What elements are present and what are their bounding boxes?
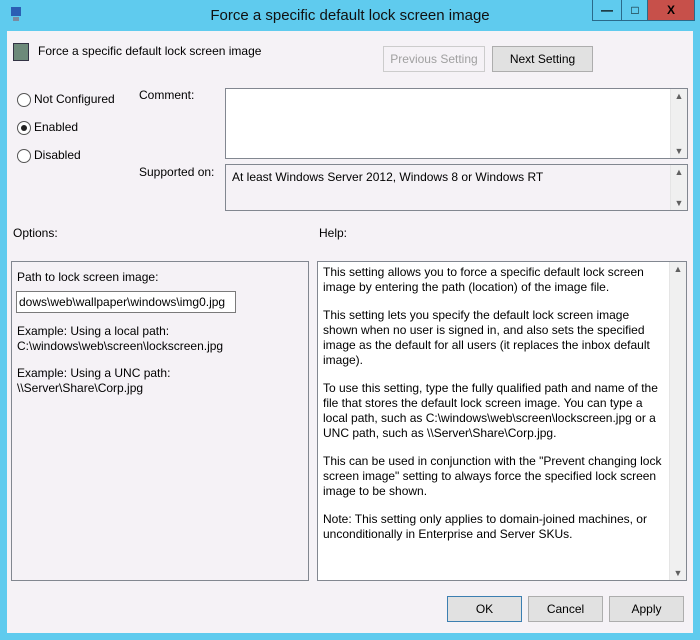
maximize-button[interactable]: □ xyxy=(621,0,649,21)
example-local-label: Example: Using a local path: xyxy=(17,324,170,338)
policy-window: Force a specific default lock screen ima… xyxy=(0,0,700,640)
supported-label: Supported on: xyxy=(139,165,215,179)
example-unc-label: Example: Using a UNC path: xyxy=(17,366,171,380)
close-button[interactable]: X xyxy=(647,0,695,21)
comment-label: Comment: xyxy=(139,88,195,102)
help-panel: This setting allows you to force a speci… xyxy=(317,261,687,581)
options-panel: Path to lock screen image: dows\web\wall… xyxy=(11,261,309,581)
radio-label-not-configured[interactable]: Not Configured xyxy=(34,92,115,106)
radio-enabled[interactable] xyxy=(17,121,31,135)
radio-label-disabled[interactable]: Disabled xyxy=(34,148,81,162)
help-text: This setting allows you to force a speci… xyxy=(323,265,667,555)
cancel-button[interactable]: Cancel xyxy=(528,596,603,622)
comment-scrollbar[interactable]: ▲ ▼ xyxy=(670,89,687,158)
help-paragraph: This can be used in conjunction with the… xyxy=(323,454,662,498)
next-setting-button[interactable]: Next Setting xyxy=(492,46,593,72)
path-input[interactable]: dows\web\wallpaper\windows\img0.jpg xyxy=(16,291,236,313)
radio-not-configured[interactable] xyxy=(17,93,31,107)
policy-icon xyxy=(13,43,29,61)
example-local-value: C:\windows\web\screen\lockscreen.jpg xyxy=(17,339,224,353)
options-label: Options: xyxy=(13,226,58,240)
example-unc-value: \\Server\Share\Corp.jpg xyxy=(17,381,144,395)
help-label: Help: xyxy=(319,226,348,240)
dialog-body: Force a specific default lock screen ima… xyxy=(7,31,693,633)
help-paragraph: This setting lets you specify the defaul… xyxy=(323,308,650,367)
minimize-button[interactable]: — xyxy=(592,0,622,21)
comment-textarea[interactable]: ▲ ▼ xyxy=(225,88,688,159)
help-paragraph: To use this setting, type the fully qual… xyxy=(323,381,658,440)
supported-scrollbar[interactable]: ▲ ▼ xyxy=(670,165,687,210)
radio-label-enabled[interactable]: Enabled xyxy=(34,120,78,134)
radio-disabled[interactable] xyxy=(17,149,31,163)
supported-value: At least Windows Server 2012, Windows 8 … xyxy=(232,170,544,184)
help-scrollbar[interactable]: ▲ ▼ xyxy=(669,262,686,580)
policy-name: Force a specific default lock screen ima… xyxy=(38,44,262,58)
help-paragraph: This setting allows you to force a speci… xyxy=(323,265,644,294)
ok-button[interactable]: OK xyxy=(447,596,522,622)
path-label: Path to lock screen image: xyxy=(17,270,159,284)
previous-setting-button[interactable]: Previous Setting xyxy=(383,46,485,72)
supported-field: At least Windows Server 2012, Windows 8 … xyxy=(225,164,688,211)
help-paragraph: Note: This setting only applies to domai… xyxy=(323,512,647,541)
apply-button[interactable]: Apply xyxy=(609,596,684,622)
